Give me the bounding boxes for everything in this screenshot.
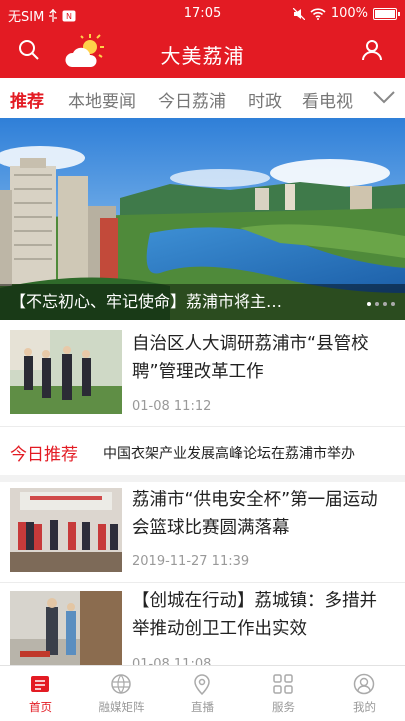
- news-thumbnail: [10, 591, 122, 665]
- status-right: 100%: [292, 6, 400, 21]
- news-item[interactable]: 荔浦市“供电安全杯”第一届运动会篮球比赛圆满落幕 2019-11-27 11:3…: [0, 482, 405, 582]
- today-recommend-bar[interactable]: 今日推荐 中国衣架产业发展高峰论坛在荔浦市举办: [0, 427, 405, 475]
- home-icon: [31, 676, 49, 692]
- app-header: 大美荔浦: [0, 28, 405, 78]
- nav-mine[interactable]: 我的: [324, 666, 405, 721]
- news-title: 荔浦市“供电安全杯”第一届运动会篮球比赛圆满落幕: [132, 490, 378, 538]
- bottom-nav: 首页 融媒矩阵 直播 服务 我的: [0, 665, 405, 721]
- news-item[interactable]: 【创城在行动】荔城镇：多措并举推动创卫工作出实效 01-08 11:08: [0, 583, 405, 665]
- nav-service[interactable]: 服务: [243, 666, 324, 721]
- battery-percent: 100%: [330, 6, 368, 21]
- app-title: 大美荔浦: [160, 44, 245, 68]
- divider: [0, 475, 405, 482]
- news-title: 自治区人大调研荔浦市“县管校聘”管理改革工作: [132, 334, 369, 382]
- grid-icon: [273, 674, 293, 694]
- carousel-dot: [391, 302, 395, 306]
- media-globe-icon: [111, 674, 131, 694]
- tab-tv[interactable]: 看电视: [302, 87, 353, 112]
- nav-home[interactable]: 首页: [0, 666, 81, 721]
- wifi-icon: [310, 7, 326, 20]
- news-thumbnail: [10, 488, 122, 572]
- news-time: 01-08 11:12: [132, 399, 212, 414]
- today-recommend-label: 今日推荐: [10, 445, 78, 465]
- news-time: 01-08 11:08: [132, 657, 212, 665]
- tab-local-news[interactable]: 本地要闻: [68, 87, 136, 112]
- user-button[interactable]: [360, 38, 390, 68]
- nav-label: 融媒矩阵: [98, 700, 145, 714]
- news-item[interactable]: 自治区人大调研荔浦市“县管校聘”管理改革工作 01-08 11:12: [0, 320, 405, 426]
- battery-icon: [373, 7, 400, 20]
- news-thumbnail: [10, 330, 122, 414]
- status-bar: 无SIM N 17:05 100%: [0, 0, 405, 28]
- mute-icon: [292, 7, 305, 20]
- news-time: 2019-11-27 11:39: [132, 554, 250, 569]
- today-recommend-text: 中国衣架产业发展高峰论坛在荔浦市举办: [103, 446, 355, 462]
- carousel-indicator: [367, 302, 395, 306]
- nav-label: 我的: [353, 700, 376, 714]
- tab-politics[interactable]: 时政: [248, 87, 282, 112]
- more-tabs-button[interactable]: [365, 78, 405, 118]
- nav-label: 首页: [29, 700, 52, 714]
- nav-label: 直播: [191, 700, 214, 714]
- nav-media-matrix[interactable]: 融媒矩阵: [81, 666, 162, 721]
- chevron-down-icon: [373, 91, 395, 104]
- nav-live[interactable]: 直播: [162, 666, 243, 721]
- tab-today-lipu[interactable]: 今日荔浦: [158, 87, 226, 112]
- carousel-dot: [375, 302, 379, 306]
- user-icon: [362, 40, 382, 61]
- carousel-dot: [383, 302, 387, 306]
- hero-banner[interactable]: 【不忘初心、牢记使命】荔浦市将主…: [0, 118, 405, 320]
- nav-label: 服务: [272, 700, 295, 714]
- hero-caption: 【不忘初心、牢记使命】荔浦市将主…: [0, 284, 405, 320]
- news-title: 【创城在行动】荔城镇：多措并举推动创卫工作出实效: [132, 591, 377, 639]
- category-tabs: 推荐 本地要闻 今日荔浦 时政 看电视: [0, 78, 405, 119]
- tab-recommend[interactable]: 推荐: [10, 87, 44, 112]
- carousel-dot: [367, 302, 371, 306]
- profile-icon: [353, 673, 375, 695]
- location-pin-icon: [194, 674, 210, 695]
